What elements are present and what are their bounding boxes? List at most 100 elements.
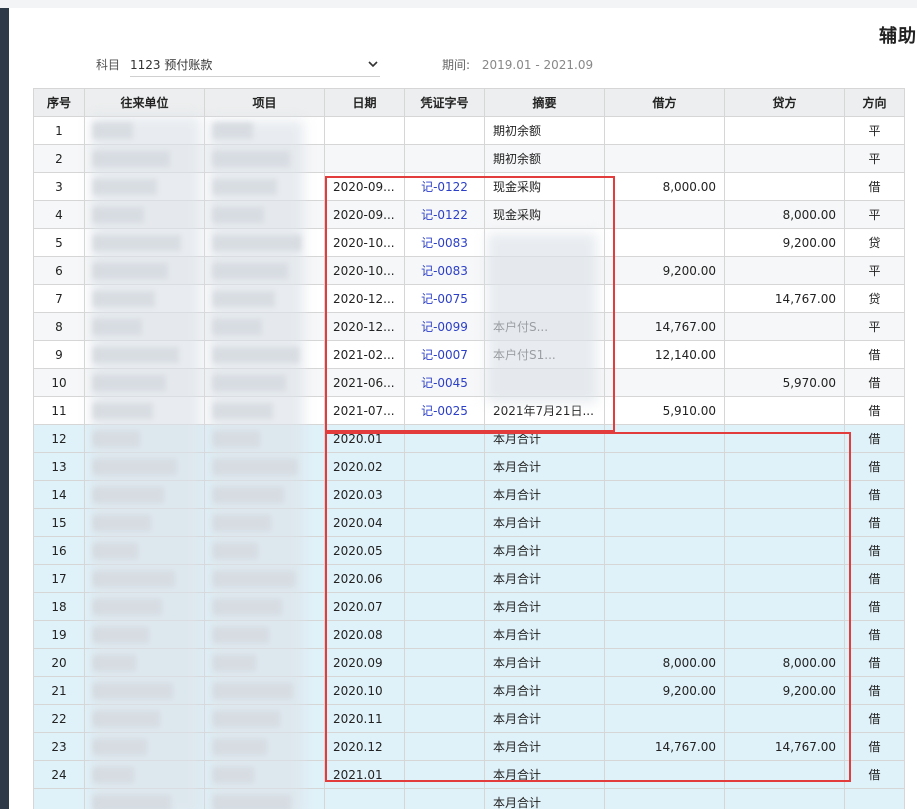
cell-no: 9 bbox=[33, 340, 85, 369]
cell-no: 13 bbox=[33, 452, 85, 481]
privacy-blur-counterparty bbox=[91, 116, 201, 809]
cell-direction: 借 bbox=[844, 340, 905, 369]
cell-debit: 5,910.00 bbox=[604, 396, 725, 425]
period-label: 期间: bbox=[442, 58, 471, 72]
cell-direction: 借 bbox=[844, 368, 905, 397]
cell-no: 3 bbox=[33, 172, 85, 201]
cell-summary: 期初余额 bbox=[484, 144, 605, 173]
cell-no: 15 bbox=[33, 508, 85, 537]
cell-debit bbox=[604, 284, 725, 313]
cell-no: 24 bbox=[33, 760, 85, 789]
cell-no: 18 bbox=[33, 592, 85, 621]
cell-credit bbox=[724, 396, 845, 425]
cell-direction: 借 bbox=[844, 536, 905, 565]
cell-no: 17 bbox=[33, 564, 85, 593]
cell-no: 21 bbox=[33, 676, 85, 705]
cell-debit: 8,000.00 bbox=[604, 172, 725, 201]
cell-no: 23 bbox=[33, 732, 85, 761]
subject-select-value: 1123 预付账款 bbox=[130, 57, 213, 72]
annotation-box-vouchers bbox=[325, 176, 615, 432]
cell-direction: 借 bbox=[844, 648, 905, 677]
cell-credit: 5,970.00 bbox=[724, 368, 845, 397]
cell-credit bbox=[724, 144, 845, 173]
cell-no: 12 bbox=[33, 424, 85, 453]
cell-debit: 12,140.00 bbox=[604, 340, 725, 369]
cell-debit bbox=[604, 200, 725, 229]
cell-no: 10 bbox=[33, 368, 85, 397]
cell-no: 11 bbox=[33, 396, 85, 425]
cell-direction: 借 bbox=[844, 704, 905, 733]
col-header-credit[interactable]: 贷方 bbox=[724, 88, 845, 117]
period-value: 2019.01 - 2021.09 bbox=[481, 58, 594, 72]
cell-debit bbox=[604, 788, 725, 809]
col-header-counterparty[interactable]: 往来单位 bbox=[84, 88, 205, 117]
cell-debit bbox=[604, 228, 725, 257]
cell-no: 8 bbox=[33, 312, 85, 341]
filter-bar: 科目 1123 预付账款 期间: 2019.01 - 2021.09 bbox=[96, 52, 593, 77]
cell-credit bbox=[724, 172, 845, 201]
cell-credit: 14,767.00 bbox=[724, 284, 845, 313]
cell-no: 16 bbox=[33, 536, 85, 565]
cell-direction: 借 bbox=[844, 424, 905, 453]
cell-date bbox=[324, 788, 405, 809]
cell-date bbox=[324, 116, 405, 145]
col-header-debit[interactable]: 借方 bbox=[604, 88, 725, 117]
cell-summary: 本月合计 bbox=[484, 788, 605, 809]
report-title: 辅助 bbox=[879, 26, 917, 47]
cell-direction: 借 bbox=[844, 620, 905, 649]
cell-direction: 借 bbox=[844, 760, 905, 789]
cell-debit: 14,767.00 bbox=[604, 312, 725, 341]
cell-no: 2 bbox=[33, 144, 85, 173]
cell-no bbox=[33, 788, 85, 809]
cell-direction: 平 bbox=[844, 312, 905, 341]
cell-summary: 期初余额 bbox=[484, 116, 605, 145]
cell-direction: 贷 bbox=[844, 284, 905, 313]
cell-no: 20 bbox=[33, 648, 85, 677]
cell-credit bbox=[724, 788, 845, 809]
cell-no: 1 bbox=[33, 116, 85, 145]
cell-credit bbox=[724, 312, 845, 341]
cell-direction: 借 bbox=[844, 452, 905, 481]
table-header-row: 序号 往来单位 项目 日期 凭证字号 摘要 借方 贷方 方向 bbox=[33, 88, 905, 117]
cell-credit bbox=[724, 340, 845, 369]
cell-voucher bbox=[404, 116, 485, 145]
cell-voucher bbox=[404, 144, 485, 173]
cell-direction: 借 bbox=[844, 732, 905, 761]
cell-debit bbox=[604, 116, 725, 145]
cell-no: 4 bbox=[33, 200, 85, 229]
cell-direction: 借 bbox=[844, 676, 905, 705]
cell-no: 5 bbox=[33, 228, 85, 257]
col-header-summary[interactable]: 摘要 bbox=[484, 88, 605, 117]
cell-voucher bbox=[404, 788, 485, 809]
cell-debit bbox=[604, 144, 725, 173]
col-header-project[interactable]: 项目 bbox=[204, 88, 325, 117]
cell-no: 22 bbox=[33, 704, 85, 733]
cell-no: 6 bbox=[33, 256, 85, 285]
cell-date bbox=[324, 144, 405, 173]
cell-credit: 8,000.00 bbox=[724, 200, 845, 229]
cell-direction: 借 bbox=[844, 396, 905, 425]
col-header-no[interactable]: 序号 bbox=[33, 88, 85, 117]
cell-credit bbox=[724, 256, 845, 285]
chevron-down-icon bbox=[368, 61, 378, 68]
cell-no: 14 bbox=[33, 480, 85, 509]
cell-debit: 9,200.00 bbox=[604, 256, 725, 285]
cell-direction: 平 bbox=[844, 144, 905, 173]
cell-direction: 借 bbox=[844, 564, 905, 593]
cell-direction bbox=[844, 788, 905, 809]
cell-direction: 借 bbox=[844, 508, 905, 537]
subject-select[interactable]: 1123 预付账款 bbox=[130, 52, 381, 77]
cell-direction: 借 bbox=[844, 592, 905, 621]
cell-direction: 借 bbox=[844, 172, 905, 201]
period-filter: 期间: 2019.01 - 2021.09 bbox=[442, 56, 593, 73]
cell-direction: 平 bbox=[844, 256, 905, 285]
cell-direction: 贷 bbox=[844, 228, 905, 257]
ledger-page: 辅助 科目 1123 预付账款 期间: 2019.01 - 2021.09 序号… bbox=[9, 8, 917, 809]
cell-no: 7 bbox=[33, 284, 85, 313]
privacy-blur-project bbox=[209, 120, 304, 809]
col-header-voucher[interactable]: 凭证字号 bbox=[404, 88, 485, 117]
col-header-date[interactable]: 日期 bbox=[324, 88, 405, 117]
cell-direction: 平 bbox=[844, 200, 905, 229]
cell-credit bbox=[724, 116, 845, 145]
col-header-direction[interactable]: 方向 bbox=[844, 88, 905, 117]
